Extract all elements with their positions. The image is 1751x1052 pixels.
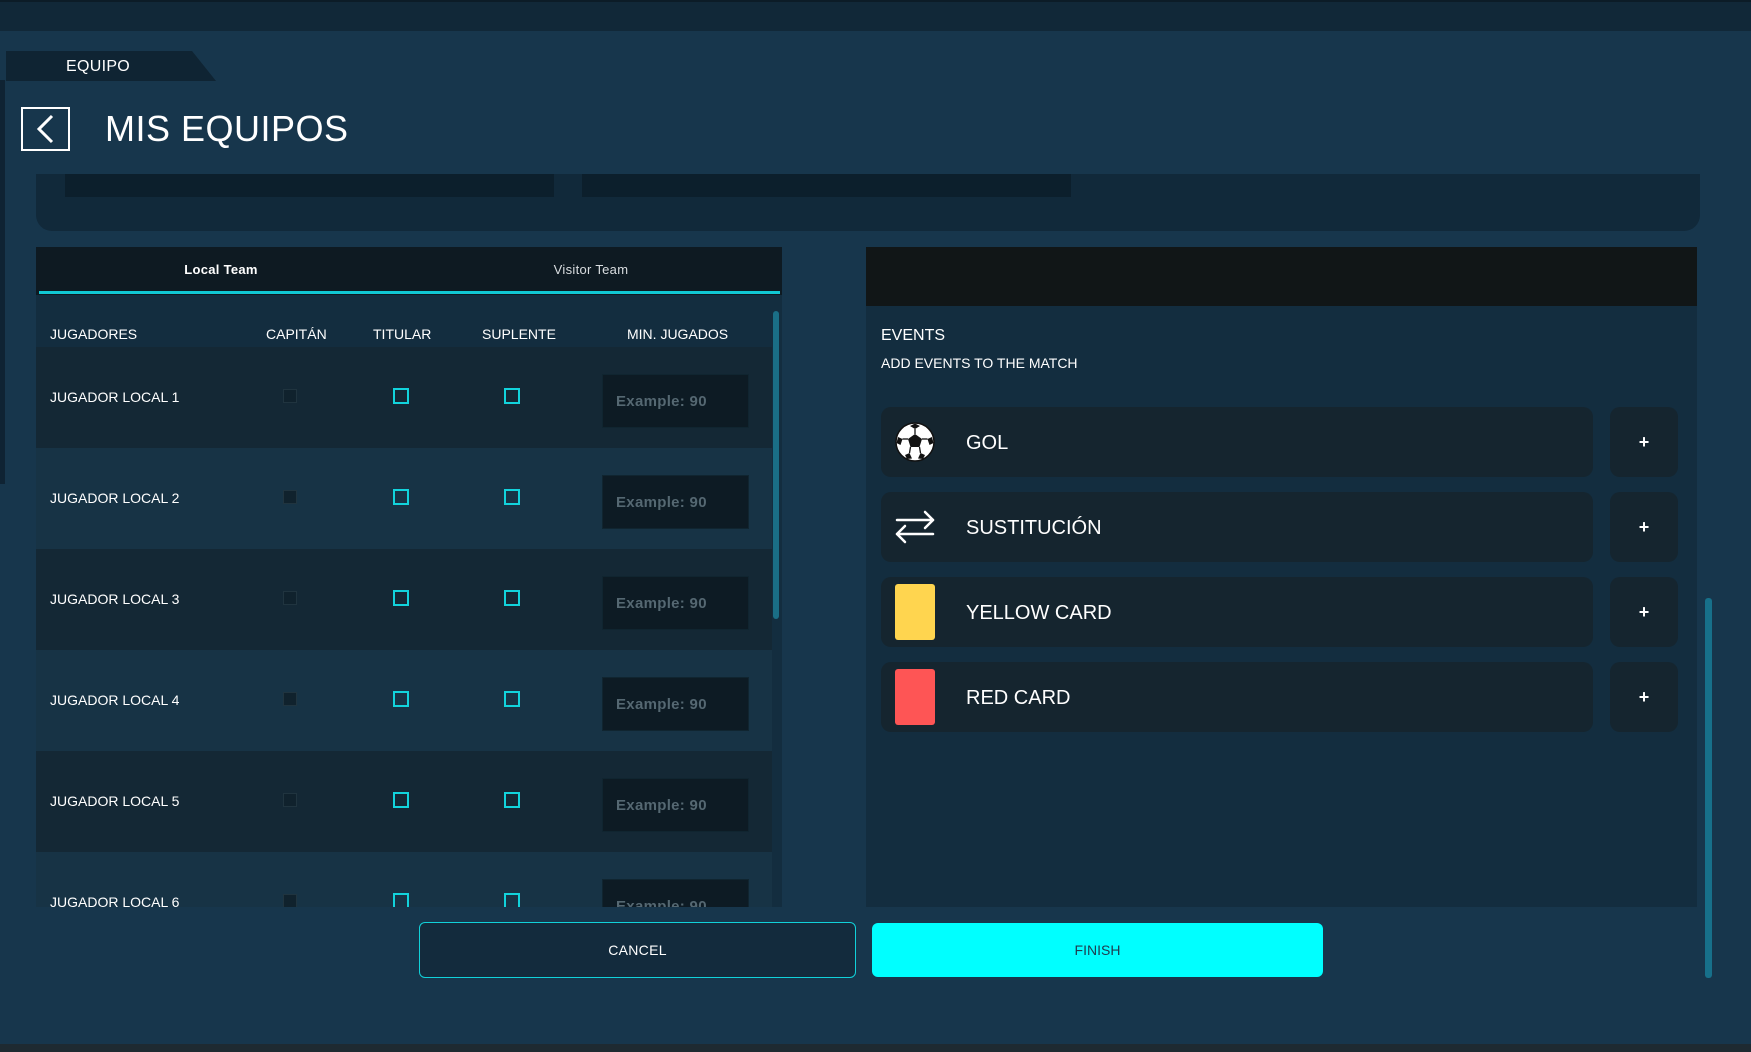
red-card-icon [893,669,937,725]
yellow-card-icon [893,584,937,640]
minutes-input[interactable] [602,374,749,428]
event-label: YELLOW CARD [966,602,1112,624]
page-scrollbar[interactable] [1705,598,1712,978]
substitute-checkbox[interactable] [504,691,520,707]
minutes-input[interactable] [602,778,749,832]
table-row: JUGADOR LOCAL 6 [36,852,772,907]
captain-checkbox[interactable] [283,894,297,907]
page-title: MIS EQUIPOS [105,108,349,149]
captain-checkbox[interactable] [283,793,297,807]
player-name: JUGADOR LOCAL 4 [50,692,180,708]
starter-checkbox[interactable] [393,691,409,707]
swap-arrows-icon [893,504,937,550]
starter-checkbox[interactable] [393,893,409,907]
column-header-starter: TITULAR [373,326,432,342]
minutes-input[interactable] [602,475,749,529]
add-red-card-button[interactable]: + [1610,662,1678,732]
finish-button[interactable]: FINISH [872,923,1323,977]
tab-local-team[interactable]: Local Team [36,247,406,293]
event-red-card: RED CARD [881,662,1593,732]
table-row: JUGADOR LOCAL 3 [36,549,772,650]
substitute-checkbox[interactable] [504,792,520,808]
events-subtitle: ADD EVENTS TO THE MATCH [881,355,1078,371]
table-row: JUGADOR LOCAL 5 [36,751,772,852]
add-substitution-button[interactable]: + [1610,492,1678,562]
top-bar [0,0,1751,31]
event-label: GOL [966,432,1009,454]
player-name: JUGADOR LOCAL 6 [50,894,180,907]
match-info-panel [36,174,1700,231]
tab-visitor-team[interactable]: Visitor Team [406,247,776,293]
substitute-checkbox[interactable] [504,388,520,404]
event-substitution: SUSTITUCIÓN [881,492,1593,562]
add-yellow-card-button[interactable]: + [1610,577,1678,647]
table-row: JUGADOR LOCAL 2 [36,448,772,549]
chevron-left-icon [36,114,53,144]
column-header-players: JUGADORES [50,326,138,342]
section-tab: EQUIPO [6,51,216,81]
event-yellow-card: YELLOW CARD [881,577,1593,647]
soccer-ball-icon [893,419,937,465]
column-header-substitute: SUPLENTE [482,326,556,342]
match-field-right[interactable] [582,174,1071,197]
event-label: SUSTITUCIÓN [966,517,1102,539]
starter-checkbox[interactable] [393,590,409,606]
substitute-checkbox[interactable] [504,489,520,505]
player-name: JUGADOR LOCAL 5 [50,793,180,809]
column-header-captain: CAPITÁN [266,326,327,342]
captain-checkbox[interactable] [283,591,297,605]
back-button[interactable] [21,107,70,151]
event-goal: GOL [881,407,1593,477]
team-tabs: Local Team Visitor Team [36,247,782,295]
substitute-checkbox[interactable] [504,893,520,907]
left-edge-panel [0,80,5,484]
table-row: JUGADOR LOCAL 1 [36,347,772,448]
events-title: EVENTS [881,327,946,344]
table-row: JUGADOR LOCAL 4 [36,650,772,751]
captain-checkbox[interactable] [283,490,297,504]
events-header [866,247,1697,306]
events-panel: EVENTS ADD EVENTS TO THE MATCH GOL + SUS… [866,247,1697,907]
column-header-minutes: MIN. JUGADOS [627,326,729,342]
player-name: JUGADOR LOCAL 3 [50,591,180,607]
event-label: RED CARD [966,687,1071,709]
players-panel: Local Team Visitor Team JUGADORES CAPITÁ… [36,247,782,907]
player-name: JUGADOR LOCAL 2 [50,490,180,506]
minutes-input[interactable] [602,879,749,907]
starter-checkbox[interactable] [393,792,409,808]
match-field-left[interactable] [65,174,554,197]
player-list-scrollbar[interactable] [773,311,779,619]
minutes-input[interactable] [602,576,749,630]
starter-checkbox[interactable] [393,489,409,505]
add-goal-button[interactable]: + [1610,407,1678,477]
minutes-input[interactable] [602,677,749,731]
active-tab-indicator [39,291,780,294]
bottom-bar [0,1044,1751,1052]
captain-checkbox[interactable] [283,692,297,706]
substitute-checkbox[interactable] [504,590,520,606]
cancel-button[interactable]: CANCEL [419,922,856,978]
captain-checkbox[interactable] [283,389,297,403]
player-name: JUGADOR LOCAL 1 [50,389,180,405]
starter-checkbox[interactable] [393,388,409,404]
